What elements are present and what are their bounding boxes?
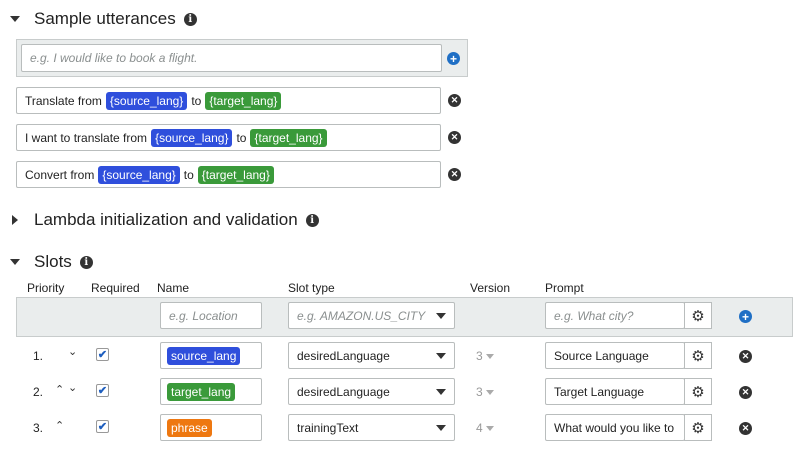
utterance-text: I want to translate from [25,130,148,145]
slot-priority: 3. [33,421,44,435]
required-checkbox[interactable]: ✔ [96,420,109,433]
remove-slot-icon[interactable]: ✕ [739,350,752,363]
slot-prompt-field[interactable]: What would you like to [545,414,685,441]
chevron-down-icon [436,352,446,359]
column-prompt: Prompt [545,281,584,295]
gear-icon[interactable]: ⚙ [684,302,712,329]
chevron-down-icon [436,388,446,395]
slot-tag-source-lang: {source_lang} [105,91,188,110]
column-slot-type: Slot type [288,281,335,295]
version-value: 4 [476,421,483,435]
chevron-up-icon[interactable]: ⌃ [55,419,64,432]
slot-name-field[interactable]: target_lang [160,378,262,405]
gear-icon[interactable]: ⚙ [684,378,712,405]
slot-prompt-placeholder: e.g. What city? [554,308,634,323]
lambda-title: Lambda initialization and validation [34,210,298,229]
utterance-input-placeholder: e.g. I would like to book a flight. [30,51,198,65]
slot-priority: 2. [33,385,44,399]
version-select[interactable]: 4 [476,421,494,435]
version-select[interactable]: 3 [476,349,494,363]
caret-right-icon[interactable] [12,215,18,225]
slot-type-select[interactable]: desiredLanguage [288,342,455,369]
utterance-row[interactable]: Convert from {source_lang} to {target_la… [16,161,441,188]
required-checkbox[interactable]: ✔ [96,384,109,397]
column-name: Name [157,281,190,295]
remove-utterance-icon[interactable]: ✕ [448,168,461,181]
gear-icon[interactable]: ⚙ [684,414,712,441]
slot-type-select[interactable]: trainingText [288,414,455,441]
slot-priority: 1. [33,349,44,363]
chevron-up-icon[interactable]: ⌃ [55,383,64,396]
new-utterance-panel: e.g. I would like to book a flight. + [16,39,468,77]
slot-tag-target-lang: {target_lang} [205,91,282,110]
slot-name-tag: source_lang [167,346,241,365]
required-checkbox[interactable]: ✔ [96,348,109,361]
column-required: Required [91,281,140,295]
slot-type-value: desiredLanguage [297,348,390,363]
slot-type-select[interactable]: e.g. AMAZON.US_CITY [288,302,455,329]
utterance-input[interactable]: e.g. I would like to book a flight. [21,44,442,72]
slot-prompt-field[interactable]: Source Language [545,342,685,369]
sample-utterances-title: Sample utterances [34,9,176,28]
column-priority: Priority [27,281,65,295]
info-icon[interactable]: i [183,12,197,26]
chevron-down-icon[interactable]: ⌄ [68,345,77,358]
utterance-text: to [183,167,194,182]
slot-prompt-value: Target Language [554,384,645,399]
add-utterance-icon[interactable]: + [447,52,460,65]
slot-name-placeholder: e.g. Location [169,308,238,323]
slot-type-value: desiredLanguage [297,384,390,399]
utterance-text: Convert from [25,167,95,182]
chevron-down-icon [436,424,446,431]
slot-tag-target-lang: {target_lang} [250,128,327,147]
remove-slot-icon[interactable]: ✕ [739,422,752,435]
info-icon[interactable]: i [305,213,319,227]
slots-header[interactable]: Slots i [10,252,93,272]
chevron-down-icon [485,425,494,431]
utterance-row[interactable]: I want to translate from {source_lang} t… [16,124,441,151]
version-value: 3 [476,385,483,399]
gear-icon[interactable]: ⚙ [684,342,712,369]
chevron-down-icon[interactable]: ⌄ [68,381,77,394]
slot-name-field[interactable]: phrase [160,414,262,441]
slot-name-tag: target_lang [167,382,236,401]
slot-type-value: trainingText [297,420,359,435]
chevron-down-icon [485,353,494,359]
slot-name-input[interactable]: e.g. Location [160,302,262,329]
slot-name-field[interactable]: source_lang [160,342,262,369]
utterance-row[interactable]: Translate from {source_lang} to {target_… [16,87,441,114]
remove-utterance-icon[interactable]: ✕ [448,94,461,107]
version-select[interactable]: 3 [476,385,494,399]
slot-tag-source-lang: {source_lang} [151,128,233,147]
remove-slot-icon[interactable]: ✕ [739,386,752,399]
add-slot-icon[interactable]: + [739,310,752,323]
info-icon[interactable]: i [79,255,93,269]
slot-tag-target-lang: {target_lang} [197,165,274,184]
caret-down-icon[interactable] [10,16,20,22]
slot-type-select[interactable]: desiredLanguage [288,378,455,405]
column-version: Version [470,281,511,295]
slot-prompt-input[interactable]: e.g. What city? [545,302,685,329]
caret-down-icon[interactable] [10,259,20,265]
slot-prompt-value: What would you like to [554,420,675,435]
slot-tag-source-lang: {source_lang} [98,165,180,184]
slots-title: Slots [34,252,72,271]
slot-prompt-value: Source Language [554,348,649,363]
utterance-text: to [236,130,247,145]
sample-utterances-header[interactable]: Sample utterances i [10,9,197,29]
utterance-text: Translate from [25,93,102,108]
slot-name-tag: phrase [167,418,212,437]
remove-utterance-icon[interactable]: ✕ [448,131,461,144]
chevron-down-icon [436,312,446,319]
slot-type-placeholder: e.g. AMAZON.US_CITY [297,308,426,323]
version-value: 3 [476,349,483,363]
slot-prompt-field[interactable]: Target Language [545,378,685,405]
utterance-text: to [191,93,202,108]
chevron-down-icon [485,389,494,395]
lambda-header[interactable]: Lambda initialization and validation i [10,210,319,230]
